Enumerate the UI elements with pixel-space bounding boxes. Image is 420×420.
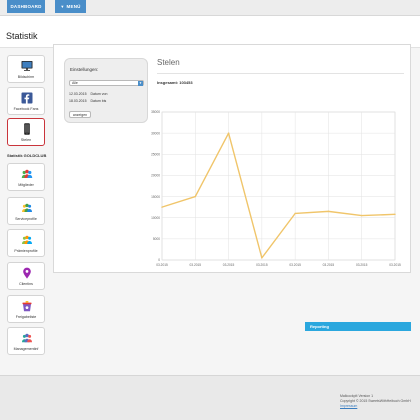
imprint-link[interactable]: Impressum [340,404,357,408]
reporting-bar[interactable]: Reporting [305,322,411,331]
chart-title: Stelen [157,58,180,67]
data-point [394,213,396,216]
y-tick-label: 10000 [151,216,160,220]
sidebar-item-label: Mitglieder [18,183,34,187]
x-tick-label: 03.2015 [223,263,235,267]
y-tick-label: 0 [158,258,160,262]
date-from-row: 12.03.2015 Datum von [69,92,107,96]
date-to-input[interactable]: 18.03.2015 [69,99,87,103]
date-from-input[interactable]: 12.03.2015 [69,92,87,96]
y-tick-label: 30000 [151,131,160,135]
monitor-icon [21,61,33,71]
footer: MallcockpIt Version 1 Copyright © 2015 S… [0,375,420,420]
settings-panel: Einstellungen: Alle ▼ 12.03.2015 Datum v… [64,58,148,123]
sidebar-item-clientins[interactable]: Clientins [7,262,45,290]
x-tick-label: 03.2015 [156,263,168,267]
sidebar-item-mitglieder[interactable]: Mitglieder [7,163,45,191]
chevron-down-icon: ▼ [60,4,65,9]
x-tick-label: 03.2015 [256,263,268,267]
sidebar-item-label: Facebook Fans [13,107,39,111]
chevron-down-icon: ▼ [138,81,143,86]
x-tick-label: 03.2015 [323,263,335,267]
data-point [294,212,296,215]
data-point [161,206,163,208]
divider [157,73,404,74]
plot-area [161,111,396,261]
date-to-label: Datum bis [90,99,107,103]
members-icon [21,169,33,178]
x-tick-label: 03.2015 [190,263,202,267]
y-tick-label: 25000 [151,152,160,156]
location-pin-icon [23,267,31,279]
sidebar-item-freigabeliste[interactable]: Freigabeliste [7,295,45,323]
settings-header: Einstellungen: [70,67,99,72]
menu-label: MENÜ [66,4,81,9]
sidebar-item-label: Clientins [19,282,33,286]
footer-version: MallcockpIt Version 1 [340,394,374,398]
chart-summary: Insgesamt: 103453 [157,80,193,85]
date-from-label: Datum von [90,92,108,96]
page-title: Statistik [6,31,38,41]
facebook-icon [21,92,33,104]
management-icon [22,333,32,343]
y-tick-label: 20000 [151,174,160,178]
tablet-icon [24,123,30,135]
line-chart: 0 5000 10000 15000 20000 25000 30000 35000 03.20… [151,110,401,267]
sidebar-item-label: Freigabeliste [15,315,37,319]
data-point [327,210,330,213]
sidebar-item-label: Bildschirm [17,75,35,79]
top-bar: DASHBOARD ▼ MENÜ [0,0,420,16]
sidebar-item-facebook-fans[interactable]: Facebook Fans [7,87,45,115]
x-tick-label: 03.2015 [289,263,301,267]
premium-profile-icon [22,235,32,244]
show-button[interactable]: anzeigen [69,111,91,118]
sidebar-item-label: Managementinf [13,347,39,351]
y-tick-label: 15000 [151,195,160,199]
filter-select[interactable]: Alle ▼ [69,80,144,86]
service-profile-icon [22,203,32,212]
date-to-row: 18.03.2015 Datum bis [69,99,106,103]
sidebar-item-praemienprofile[interactable]: Prämienprofile [7,229,45,257]
data-point [227,132,230,134]
y-tick-label: 35000 [151,110,160,114]
data-point [361,214,363,217]
sidebar-item-serviceprofile[interactable]: Serviceprofile [7,197,45,225]
section-label: Statistik GOLDCLUB [7,153,47,158]
data-point [194,195,196,198]
footer-copyright: Copyright © 2015 SweetsWithHeibuch GmbH [340,399,411,403]
sidebar-item-managementinf[interactable]: Managementinf [7,327,45,355]
sidebar-item-stelen[interactable]: Stelen [7,118,45,146]
data-point [261,257,263,259]
y-tick-label: 5000 [153,237,160,241]
sidebar-item-bildschirm[interactable]: Bildschirm [7,55,45,83]
sidebar-item-label: Serviceprofile [15,217,37,221]
x-tick-label: 03.2015 [389,263,401,267]
filter-select-value: Alle [72,81,78,85]
menu-button[interactable]: ▼ MENÜ [55,0,86,13]
release-list-icon [22,301,32,312]
sidebar-item-label: Stelen [20,138,32,142]
dashboard-button[interactable]: DASHBOARD [7,0,45,13]
sidebar-item-label: Prämienprofile [14,249,38,253]
x-tick-label: 03.2015 [356,263,368,267]
